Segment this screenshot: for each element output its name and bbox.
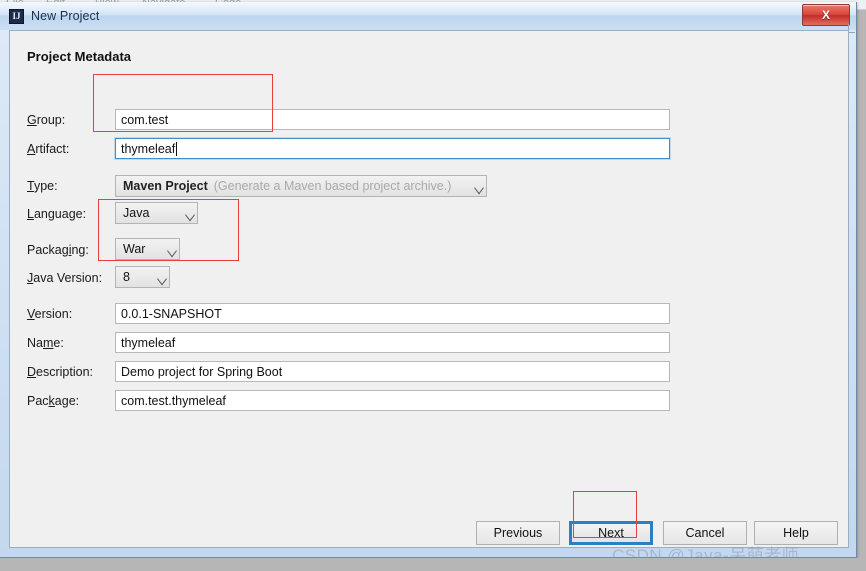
label-group: Group: [27, 113, 66, 127]
page-title: Project Metadata [27, 49, 132, 64]
dialog-title-bar: IJ New Project X [0, 2, 856, 33]
next-button-label: Next [598, 526, 624, 540]
previous-button-label: Previous [493, 526, 543, 540]
label-name: Name: [27, 336, 64, 350]
label-description: Description: [27, 365, 94, 379]
name-input[interactable]: thymeleaf [115, 332, 670, 353]
label-version: Version: [27, 307, 73, 321]
text-caret [176, 141, 178, 156]
type-combobox[interactable]: Maven Project (Generate a Maven based pr… [115, 175, 487, 197]
artifact-input-value: thymeleaf [121, 141, 176, 156]
label-java-version: Java Version: [27, 271, 103, 285]
window-frame-decoration [848, 24, 855, 33]
package-input[interactable]: com.test.thymeleaf [115, 390, 670, 411]
artifact-input[interactable]: thymeleaf [115, 138, 670, 159]
close-icon: X [821, 8, 830, 22]
type-combobox-value: Maven Project [123, 179, 208, 193]
package-input-value: com.test.thymeleaf [121, 393, 226, 408]
java-version-combobox[interactable]: 8 [115, 266, 170, 288]
group-input-value: com.test [121, 112, 169, 127]
label-language: Language: [27, 207, 87, 221]
title-bar-sheen [0, 2, 856, 16]
language-combobox[interactable]: Java [115, 202, 198, 224]
label-packaging: Packaging: [27, 243, 89, 257]
version-input-value: 0.0.1-SNAPSHOT [121, 306, 222, 321]
label-artifact: Artifact: [27, 142, 70, 156]
type-combobox-hint: (Generate a Maven based project archive.… [213, 179, 452, 193]
close-button[interactable]: X [802, 4, 850, 26]
packaging-combobox[interactable]: War [115, 238, 180, 260]
name-input-value: thymeleaf [121, 335, 176, 350]
version-input[interactable]: 0.0.1-SNAPSHOT [115, 303, 670, 324]
description-input-value: Demo project for Spring Boot [121, 364, 283, 379]
packaging-combobox-value: War [123, 242, 146, 256]
description-input[interactable]: Demo project for Spring Boot [115, 361, 670, 382]
intellij-idea-icon: IJ [9, 9, 24, 24]
java-version-combobox-value: 8 [123, 270, 130, 284]
group-input[interactable]: com.test [115, 109, 670, 130]
language-combobox-value: Java [123, 206, 150, 220]
dialog-title: New Project [31, 9, 100, 23]
cancel-button-label: Cancel [685, 526, 725, 540]
desktop-background-strip [0, 558, 866, 571]
label-type: Type: [27, 179, 58, 193]
new-project-dialog-window: IJ New Project X Project Metadata Group:… [0, 2, 857, 558]
dialog-content-panel: Project Metadata Group: com.test Artifac… [9, 30, 849, 548]
label-package: Package: [27, 394, 80, 408]
help-button-label: Help [783, 526, 809, 540]
screenshot-root: File Edit View Navigate Code IJ New Proj… [0, 0, 866, 571]
previous-button[interactable]: Previous [476, 521, 560, 545]
